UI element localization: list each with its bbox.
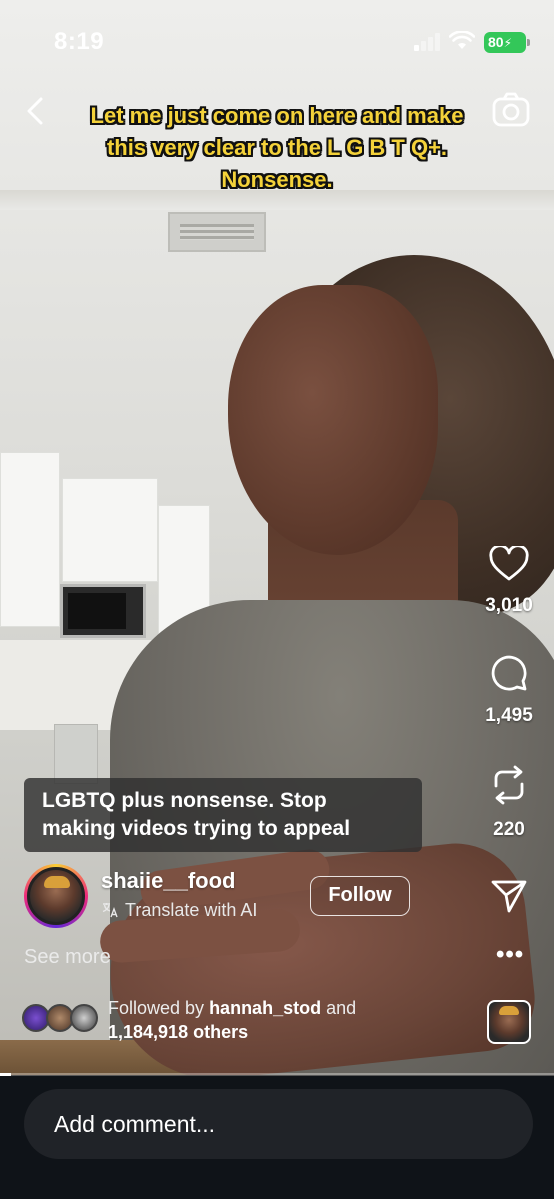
more-icon[interactable]: ••• — [496, 943, 524, 967]
background-microwave — [60, 584, 146, 638]
translate-label: Translate with AI — [125, 900, 258, 920]
followed-by-prefix: Followed by — [108, 998, 210, 1018]
comment-icon[interactable] — [490, 654, 528, 692]
status-time: 8:19 — [54, 28, 105, 55]
translate-icon — [102, 903, 118, 918]
comment-action[interactable]: 1,495 — [469, 654, 549, 727]
share-icon[interactable] — [490, 878, 528, 914]
author-avatar[interactable] — [24, 864, 88, 928]
video-caption-overlay: Let me just come on here and make this v… — [90, 103, 464, 192]
audio-thumbnail[interactable] — [487, 1000, 531, 1044]
battery-level: 80 — [488, 34, 504, 50]
see-more-link[interactable]: See more — [24, 946, 111, 969]
share-action[interactable] — [469, 878, 549, 919]
follower-avatar — [70, 1004, 98, 1032]
repost-icon[interactable] — [490, 764, 528, 806]
background-cabinet — [62, 478, 158, 582]
author-row: shaiie__food Translate with AI Follow — [24, 864, 454, 930]
translate-with-ai[interactable]: Translate with AI — [101, 900, 257, 921]
followed-by-text: Followed by hannah_stod and 1,184,918 ot… — [108, 996, 356, 1044]
avatar-image — [27, 867, 85, 925]
cellular-signal-icon — [414, 33, 442, 51]
back-icon[interactable] — [22, 96, 50, 126]
repost-count: 220 — [493, 819, 525, 840]
camera-icon[interactable] — [492, 92, 530, 128]
comment-count: 1,495 — [485, 705, 533, 726]
wifi-icon — [449, 31, 475, 49]
like-action[interactable]: 3,010 — [469, 544, 549, 617]
like-count: 3,010 — [485, 595, 533, 616]
charging-bolt-icon: ⚡ — [503, 36, 513, 50]
person-face — [228, 285, 438, 555]
author-username[interactable]: shaiie__food — [101, 868, 235, 894]
repost-action[interactable]: 220 — [469, 764, 549, 841]
followed-by-middle: and — [321, 998, 357, 1018]
follow-button[interactable]: Follow — [310, 876, 410, 916]
followed-by-others[interactable]: 1,184,918 others — [108, 1022, 248, 1042]
followed-by-row[interactable]: Followed by hannah_stod and 1,184,918 ot… — [22, 996, 452, 1046]
followed-by-name[interactable]: hannah_stod — [209, 998, 321, 1018]
comment-bar — [0, 1076, 554, 1199]
add-comment-input[interactable] — [24, 1089, 533, 1159]
background-vent — [168, 212, 266, 252]
video-subtitle: LGBTQ plus nonsense. Stop making videos … — [24, 778, 422, 852]
background-dishwasher — [54, 724, 98, 784]
battery-indicator: 80⚡ — [484, 32, 530, 53]
heart-icon[interactable] — [489, 544, 529, 582]
background-cabinet — [0, 452, 60, 627]
status-bar: 8:19 80⚡ — [0, 0, 554, 80]
